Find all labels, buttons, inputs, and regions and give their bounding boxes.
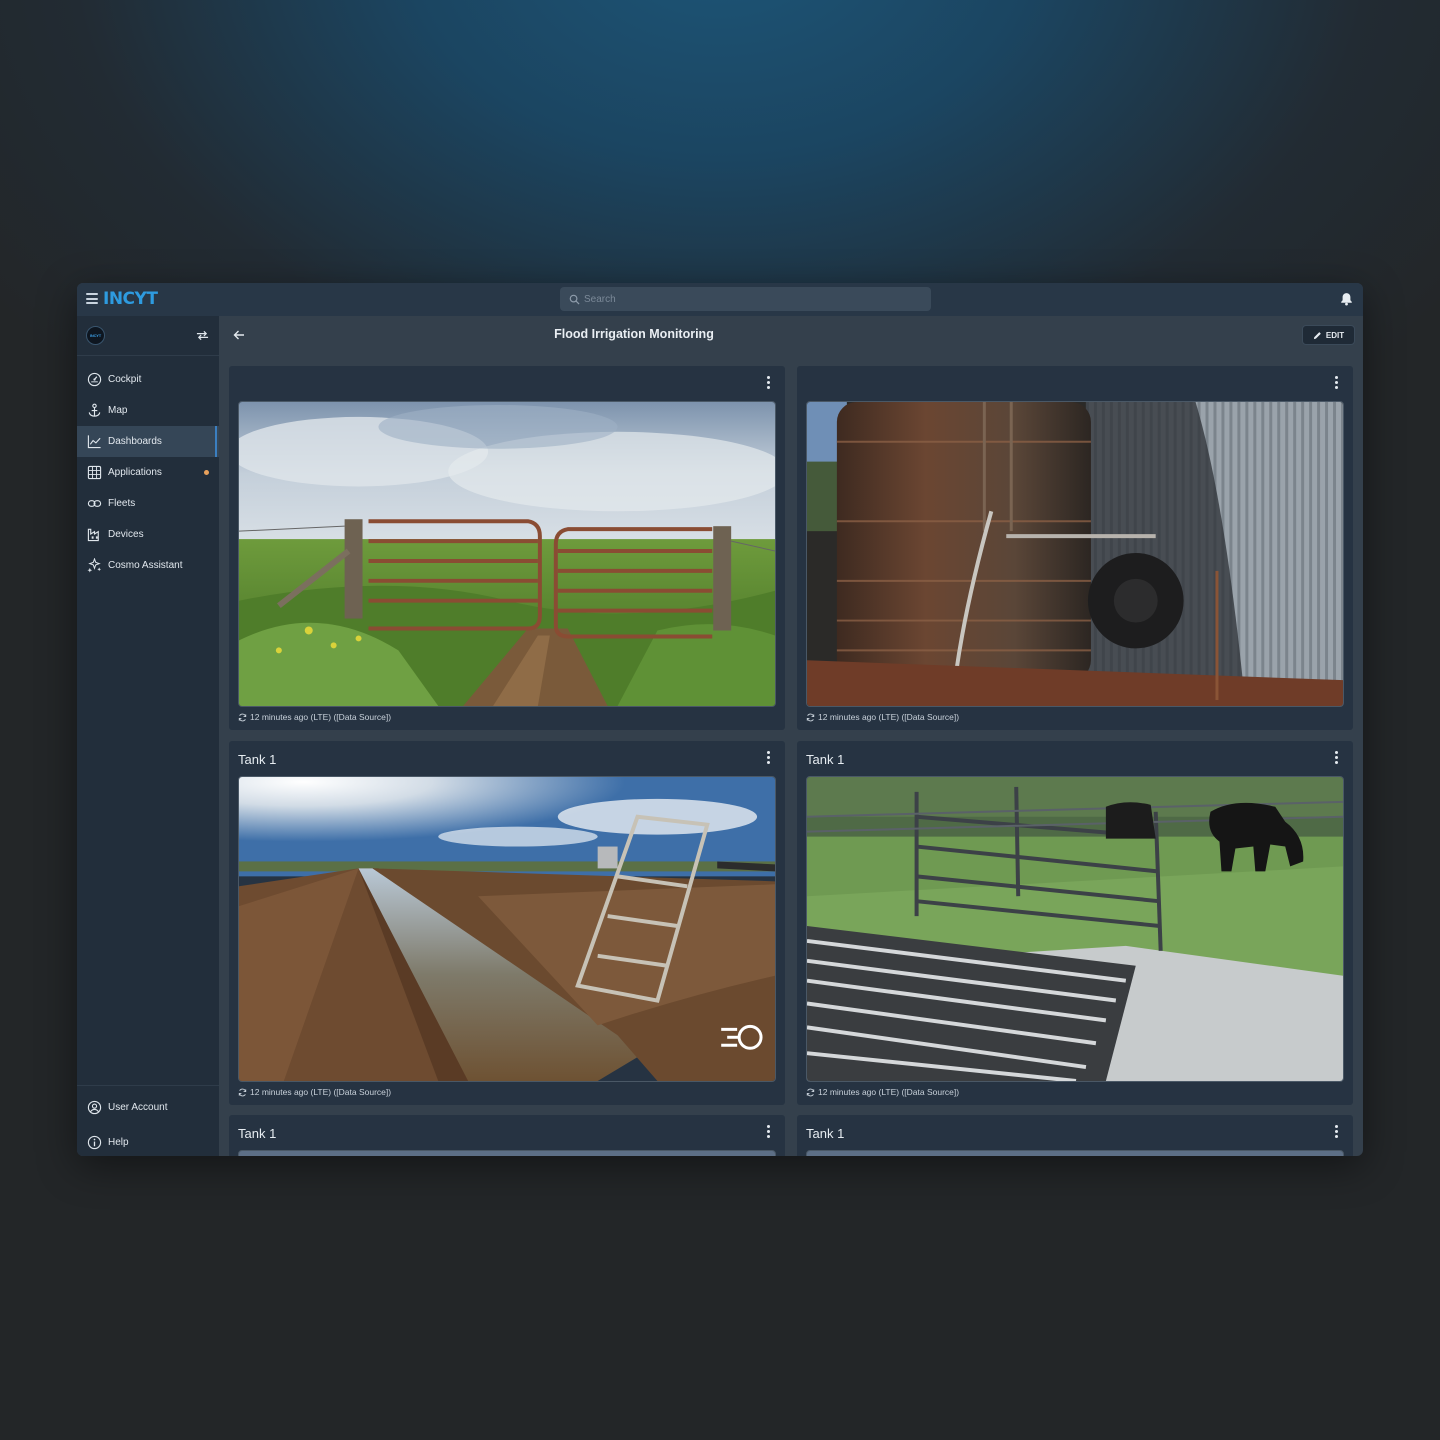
- sidebar-item-label: Devices: [108, 529, 144, 540]
- link-icon: [87, 500, 102, 507]
- search-input[interactable]: [584, 293, 914, 305]
- sidebar: INCYT Cockpit Map Dashboards Application…: [77, 316, 219, 1156]
- notification-bell-icon[interactable]: [1340, 292, 1353, 306]
- gauge-icon: [87, 372, 102, 387]
- farm-gate-photo[interactable]: [238, 401, 776, 707]
- sidebar-item-cockpit[interactable]: Cockpit: [77, 364, 219, 395]
- org-switcher: INCYT: [77, 316, 219, 356]
- search-icon: [569, 294, 580, 305]
- sidebar-item-label: Cosmo Assistant: [108, 560, 183, 571]
- card-title: Tank 1: [238, 1126, 277, 1141]
- camera-card: Tank 1: [797, 1115, 1353, 1156]
- sidebar-item-label: Applications: [108, 467, 162, 478]
- top-bar: INCYT: [77, 283, 1363, 316]
- sidebar-item-label: Cockpit: [108, 374, 142, 385]
- camera-photo[interactable]: [238, 1150, 776, 1156]
- update-caption: 12 minutes ago (LTE) ([Data Source]): [238, 712, 391, 722]
- more-options-icon[interactable]: [1335, 1125, 1339, 1139]
- card-title: Tank 1: [806, 1126, 845, 1141]
- sidebar-item-label: Fleets: [108, 498, 136, 509]
- sidebar-item-label: Map: [108, 405, 128, 416]
- sidebar-item-map[interactable]: Map: [77, 395, 219, 426]
- chart-line-icon: [87, 435, 101, 449]
- factory-icon: [87, 528, 99, 542]
- edit-label: EDIT: [1325, 330, 1345, 340]
- sidebar-item-user-account[interactable]: User Account: [77, 1090, 219, 1125]
- sidebar-nav: Cockpit Map Dashboards Applications Flee…: [77, 364, 219, 581]
- notification-dot: [204, 470, 209, 475]
- sidebar-item-help[interactable]: Help: [77, 1125, 219, 1156]
- grid-icon: [87, 465, 102, 480]
- sidebar-item-label: Dashboards: [108, 436, 162, 447]
- sparkle-icon: [87, 558, 102, 573]
- menu-icon[interactable]: [86, 293, 98, 304]
- swap-arrows-icon[interactable]: [196, 330, 209, 341]
- org-avatar[interactable]: INCYT: [86, 326, 105, 345]
- page-header: Flood Irrigation Monitoring EDIT: [219, 316, 1363, 356]
- rusty-water-tank-photo[interactable]: [806, 401, 1344, 707]
- sidebar-item-devices[interactable]: Devices: [77, 519, 219, 550]
- sidebar-item-fleets[interactable]: Fleets: [77, 488, 219, 519]
- camera-card: Tank 1: [229, 1115, 785, 1156]
- refresh-icon: [806, 713, 815, 721]
- cattle-grid-photo[interactable]: [806, 776, 1344, 1082]
- card-title: Tank 1: [238, 752, 277, 767]
- camera-card: 12 minutes ago (LTE) ([Data Source]): [797, 366, 1353, 730]
- card-title: Tank 1: [806, 752, 845, 767]
- more-options-icon[interactable]: [767, 751, 771, 765]
- main-content: Flood Irrigation Monitoring EDIT 12 minu…: [219, 316, 1363, 1156]
- app-window: INCYT INCYT Cockpit Map Dashboards: [77, 283, 1363, 1156]
- search-bar[interactable]: [560, 287, 931, 311]
- pencil-icon: [1313, 331, 1321, 339]
- sidebar-item-dashboards[interactable]: Dashboards: [77, 426, 219, 457]
- sidebar-footer: User Account Help: [77, 1085, 219, 1156]
- camera-card: Tank 1: [229, 741, 785, 1105]
- refresh-icon: [238, 1088, 247, 1096]
- caption-text: 12 minutes ago (LTE) ([Data Source]): [250, 712, 392, 722]
- anchor-icon: [88, 403, 101, 417]
- info-icon: [87, 1135, 102, 1150]
- sidebar-item-label: User Account: [108, 1102, 168, 1113]
- sidebar-item-applications[interactable]: Applications: [77, 457, 219, 488]
- sidebar-item-cosmo-assistant[interactable]: Cosmo Assistant: [77, 550, 219, 581]
- caption-text: 12 minutes ago (LTE) ([Data Source]): [250, 1087, 392, 1097]
- page-title: Flood Irrigation Monitoring: [554, 327, 714, 341]
- edit-button[interactable]: EDIT: [1302, 325, 1355, 345]
- update-caption: 12 minutes ago (LTE) ([Data Source]): [806, 712, 959, 722]
- user-circle-icon: [87, 1100, 102, 1115]
- refresh-icon: [238, 713, 247, 721]
- sidebar-item-label: Help: [108, 1137, 129, 1148]
- refresh-icon: [806, 1088, 815, 1096]
- irrigation-canal-photo[interactable]: [238, 776, 776, 1082]
- more-options-icon[interactable]: [1335, 751, 1339, 765]
- camera-photo[interactable]: [806, 1150, 1344, 1156]
- app-logo[interactable]: INCYT: [103, 289, 158, 309]
- update-caption: 12 minutes ago (LTE) ([Data Source]): [238, 1087, 391, 1097]
- camera-card: Tank 1: [797, 741, 1353, 1105]
- more-options-icon[interactable]: [767, 1125, 771, 1139]
- more-options-icon[interactable]: [1335, 376, 1339, 390]
- caption-text: 12 minutes ago (LTE) ([Data Source]): [818, 712, 960, 722]
- camera-card: 12 minutes ago (LTE) ([Data Source]): [229, 366, 785, 730]
- more-options-icon[interactable]: [767, 376, 771, 390]
- update-caption: 12 minutes ago (LTE) ([Data Source]): [806, 1087, 959, 1097]
- caption-text: 12 minutes ago (LTE) ([Data Source]): [818, 1087, 960, 1097]
